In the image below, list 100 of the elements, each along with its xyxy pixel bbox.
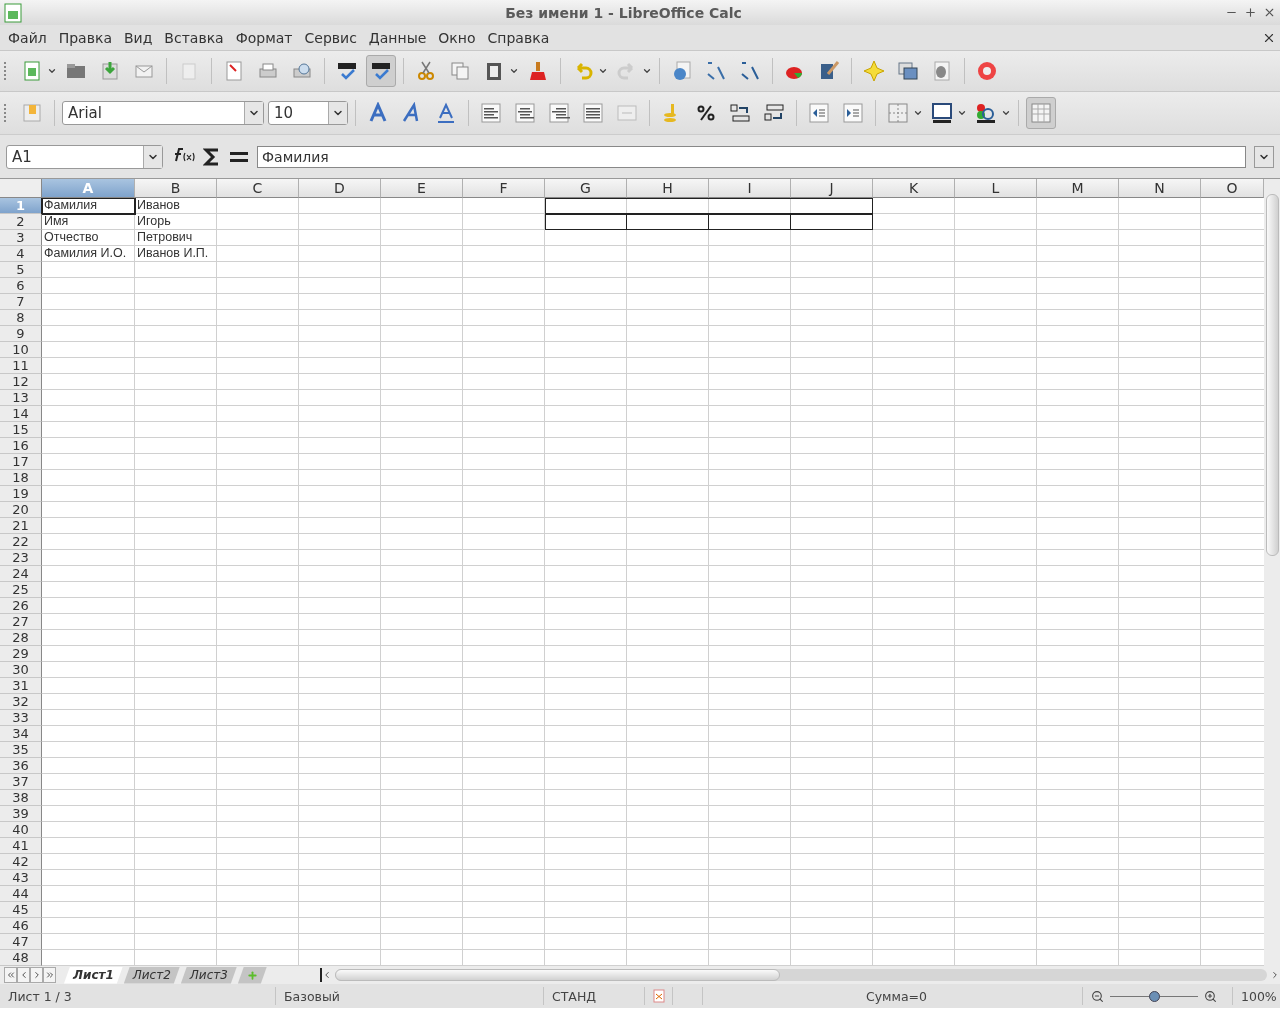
cell[interactable]: Имя: [42, 214, 135, 230]
row-header[interactable]: 15: [0, 422, 42, 438]
row-header[interactable]: 33: [0, 710, 42, 726]
sheet-tab[interactable]: Лист3: [180, 966, 237, 984]
column-header[interactable]: F: [463, 179, 545, 198]
next-sheet-button[interactable]: [30, 967, 43, 983]
row-header[interactable]: 9: [0, 326, 42, 342]
bordered-cell[interactable]: [545, 214, 627, 230]
menu-item[interactable]: Файл: [4, 29, 55, 46]
menu-item[interactable]: Вид: [119, 29, 161, 46]
column-header[interactable]: I: [709, 179, 791, 198]
column-header[interactable]: M: [1037, 179, 1119, 198]
toolbar-button[interactable]: [366, 55, 396, 87]
row-header[interactable]: 26: [0, 598, 42, 614]
horizontal-scrollbar[interactable]: [319, 968, 1280, 982]
cell-grid[interactable]: [0, 198, 1264, 966]
row-header[interactable]: 41: [0, 838, 42, 854]
row-header[interactable]: 21: [0, 518, 42, 534]
row-header[interactable]: 23: [0, 550, 42, 566]
row-header[interactable]: 2: [0, 214, 42, 230]
row-header[interactable]: 44: [0, 886, 42, 902]
cell[interactable]: Отчество: [42, 230, 135, 246]
column-header[interactable]: B: [135, 179, 217, 198]
row-header[interactable]: 45: [0, 902, 42, 918]
row-header[interactable]: 19: [0, 486, 42, 502]
column-header[interactable]: L: [955, 179, 1037, 198]
menu-item[interactable]: Окно: [434, 29, 484, 46]
zoom-out-icon[interactable]: [1091, 989, 1104, 1003]
font-size-field[interactable]: 10: [268, 101, 348, 125]
font-name-field[interactable]: Arial: [62, 101, 264, 125]
row-header[interactable]: 8: [0, 310, 42, 326]
equals-icon[interactable]: [229, 149, 249, 164]
row-header[interactable]: 34: [0, 726, 42, 742]
row-header[interactable]: 3: [0, 230, 42, 246]
row-header[interactable]: 16: [0, 438, 42, 454]
bordered-cell[interactable]: [709, 198, 791, 214]
row-header[interactable]: 22: [0, 534, 42, 550]
column-header[interactable]: H: [627, 179, 709, 198]
row-header[interactable]: 36: [0, 758, 42, 774]
sheet-tab[interactable]: Лист1: [64, 966, 123, 984]
row-header[interactable]: 5: [0, 262, 42, 278]
zoom-in-icon[interactable]: [1204, 989, 1217, 1003]
column-header[interactable]: J: [791, 179, 873, 198]
expand-button[interactable]: [1254, 145, 1274, 168]
menu-item[interactable]: Справка: [483, 29, 558, 46]
vertical-scrollbar[interactable]: [1264, 179, 1280, 966]
column-header[interactable]: D: [299, 179, 381, 198]
row-header[interactable]: 39: [0, 806, 42, 822]
row-header[interactable]: 24: [0, 566, 42, 582]
column-header[interactable]: N: [1119, 179, 1201, 198]
row-header[interactable]: 20: [0, 502, 42, 518]
bordered-cell[interactable]: [791, 214, 873, 230]
maximize-icon[interactable]: [1244, 6, 1257, 19]
row-header[interactable]: 7: [0, 294, 42, 310]
menu-item[interactable]: Формат: [231, 29, 301, 46]
bordered-cell[interactable]: [791, 198, 873, 214]
row-header[interactable]: 17: [0, 454, 42, 470]
column-header[interactable]: E: [381, 179, 463, 198]
bordered-cell[interactable]: [627, 198, 709, 214]
cell[interactable]: Игорь: [135, 214, 217, 230]
name-box[interactable]: A1: [6, 144, 163, 169]
row-header[interactable]: 31: [0, 678, 42, 694]
menu-item[interactable]: Сервис: [300, 29, 365, 46]
row-header[interactable]: 13: [0, 390, 42, 406]
row-header[interactable]: 14: [0, 406, 42, 422]
bordered-cell[interactable]: [627, 214, 709, 230]
bordered-cell[interactable]: [545, 198, 627, 214]
row-header[interactable]: 32: [0, 694, 42, 710]
row-header[interactable]: 46: [0, 918, 42, 934]
row-header[interactable]: 18: [0, 470, 42, 486]
cell[interactable]: Фамилия И.О.: [42, 246, 135, 262]
row-header[interactable]: 27: [0, 614, 42, 630]
menu-item[interactable]: Вставка: [160, 29, 232, 46]
row-header[interactable]: 12: [0, 374, 42, 390]
cell[interactable]: Иванов И.П.: [135, 246, 217, 262]
row-header[interactable]: 37: [0, 774, 42, 790]
column-header[interactable]: O: [1201, 179, 1264, 198]
row-header[interactable]: 30: [0, 662, 42, 678]
row-header[interactable]: 35: [0, 742, 42, 758]
column-header[interactable]: C: [217, 179, 299, 198]
row-header[interactable]: 4: [0, 246, 42, 262]
cell[interactable]: Фамилия: [42, 198, 135, 214]
column-header[interactable]: G: [545, 179, 627, 198]
row-header[interactable]: 6: [0, 278, 42, 294]
row-header[interactable]: 25: [0, 582, 42, 598]
row-header[interactable]: 42: [0, 854, 42, 870]
bordered-cell[interactable]: [709, 214, 791, 230]
row-header[interactable]: 28: [0, 630, 42, 646]
cell[interactable]: Петрович: [135, 230, 217, 246]
row-header[interactable]: 11: [0, 358, 42, 374]
row-header[interactable]: 40: [0, 822, 42, 838]
sheet-tab[interactable]: Лист2: [123, 966, 180, 984]
menu-item[interactable]: Правка: [54, 29, 120, 46]
last-sheet-button[interactable]: [43, 967, 56, 983]
row-header[interactable]: 10: [0, 342, 42, 358]
row-header[interactable]: 38: [0, 790, 42, 806]
column-header[interactable]: K: [873, 179, 955, 198]
previous-sheet-button[interactable]: [17, 967, 30, 983]
menu-item[interactable]: Данные: [364, 29, 435, 46]
sum-icon[interactable]: [203, 146, 221, 167]
